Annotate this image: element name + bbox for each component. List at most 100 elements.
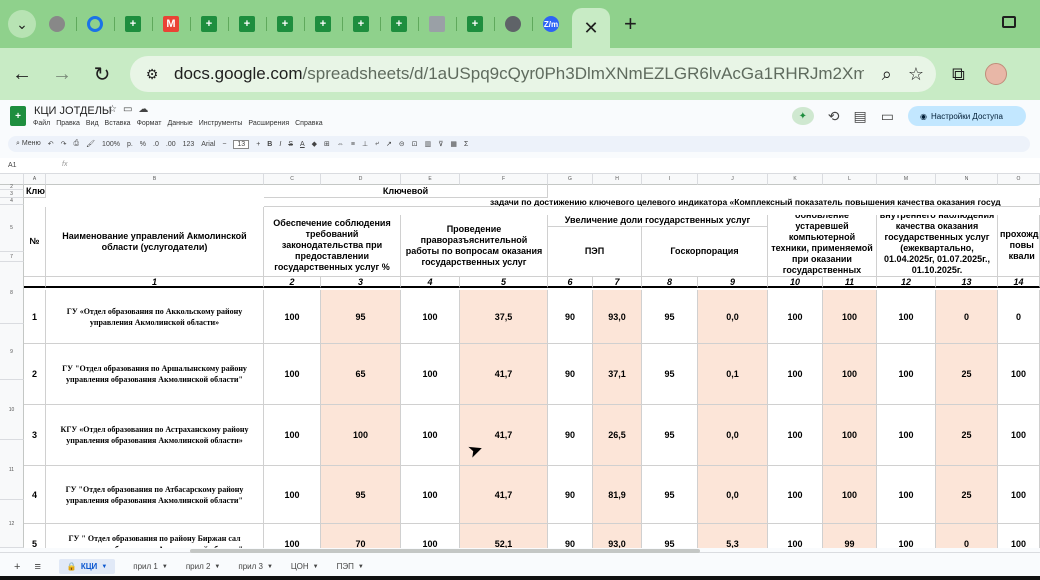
index-cell[interactable]: 4 — [401, 277, 460, 288]
all-sheets-button[interactable]: ≡ — [34, 561, 40, 573]
menu-tools[interactable]: Инструменты — [199, 120, 243, 127]
value-cell[interactable]: 93,0 — [593, 290, 642, 344]
horizontal-scrollbar[interactable] — [190, 549, 700, 553]
value-cell[interactable]: 100 — [768, 466, 823, 524]
value-cell[interactable]: 100 — [768, 524, 823, 548]
menu-insert[interactable]: Вставка — [105, 120, 131, 127]
value-cell[interactable]: 100 — [768, 290, 823, 344]
redo-icon[interactable]: ↷ — [61, 140, 67, 148]
spreadsheet-grid[interactable]: A B C D E F G H I J K L M N O 2 3 4 5 7 8 9 10 11 12 Клю Ключевой з… — [0, 174, 1040, 548]
active-tab-close-button[interactable]: ✕ — [572, 8, 610, 48]
header-computers[interactable]: обновление устаревшей компьютерной техни… — [768, 215, 877, 277]
undo-icon[interactable]: ↶ — [48, 140, 54, 148]
cell-row3-title[interactable]: задачи по достижению ключевого целевого … — [264, 198, 1040, 207]
value-cell[interactable]: 95 — [642, 405, 698, 466]
cell-reference[interactable]: A1 — [8, 162, 17, 169]
index-cell[interactable]: 10 — [768, 277, 823, 288]
value-cell[interactable]: 100 — [401, 405, 460, 466]
value-cell[interactable]: 95 — [321, 290, 401, 344]
value-cell[interactable]: 26,5 — [593, 405, 642, 466]
rotate-icon[interactable]: ↗ — [386, 140, 392, 148]
row-number-cell[interactable]: 3 — [24, 405, 46, 466]
value-cell[interactable]: 65 — [321, 344, 401, 405]
header-compliance[interactable]: Обеспечение соблюдения требований законо… — [264, 215, 401, 277]
column-header[interactable]: H — [593, 174, 642, 185]
value-cell[interactable]: 100 — [264, 290, 321, 344]
value-cell[interactable]: 100 — [401, 290, 460, 344]
header-training[interactable]: прохожде повы квали — [998, 215, 1040, 277]
header-name[interactable]: Наименование управлений Акмолинской обла… — [46, 207, 264, 277]
browser-tab[interactable]: + — [268, 7, 305, 41]
index-cell[interactable]: 8 — [642, 277, 698, 288]
browser-tab[interactable]: + — [306, 7, 343, 41]
fill-color-icon[interactable]: ◆ — [312, 140, 317, 148]
cloud-status-icon[interactable]: ☁ — [138, 104, 154, 115]
row-header[interactable]: 5 — [0, 205, 24, 252]
italic-button[interactable]: I — [279, 141, 281, 148]
valign-icon[interactable]: ⊥ — [362, 140, 368, 148]
meet-icon[interactable]: ▭ — [881, 108, 894, 125]
sheet-tab-pril2[interactable]: прил 2 ▼ — [186, 562, 221, 571]
value-cell[interactable]: 52,1 — [460, 524, 548, 548]
value-cell[interactable]: 95 — [642, 466, 698, 524]
organization-name-cell[interactable]: ГУ «Отдел образования по Аккольскому рай… — [46, 290, 264, 344]
value-cell[interactable]: 100 — [877, 466, 936, 524]
value-cell[interactable]: 100 — [401, 466, 460, 524]
value-cell[interactable]: 90 — [548, 524, 593, 548]
value-cell[interactable]: 99 — [823, 524, 877, 548]
functions-icon[interactable]: Σ — [464, 141, 468, 148]
address-bar[interactable]: ⚙ docs.google.com/spreadsheets/d/1aUSpq9… — [130, 56, 936, 92]
sheet-tab-kci[interactable]: 🔒 КЦИ ▼ — [58, 559, 116, 574]
value-cell[interactable]: 100 — [321, 405, 401, 466]
index-cell[interactable]: 1 — [46, 277, 264, 288]
browser-tab[interactable]: + — [382, 7, 419, 41]
value-cell[interactable]: 100 — [823, 466, 877, 524]
menu-edit[interactable]: Правка — [56, 120, 80, 127]
value-cell[interactable]: 25 — [936, 405, 998, 466]
font-size-plus[interactable]: + — [256, 141, 260, 148]
row-header[interactable]: 4 — [0, 198, 24, 205]
reload-icon[interactable]: ↻ — [84, 56, 120, 92]
history-icon[interactable]: ⟲ — [828, 108, 840, 125]
value-cell[interactable]: 100 — [877, 290, 936, 344]
column-header[interactable]: J — [698, 174, 768, 185]
font-size-input[interactable]: 13 — [233, 139, 250, 149]
borders-icon[interactable]: ⊞ — [324, 140, 330, 148]
bookmark-star-icon[interactable]: ☆ — [908, 64, 924, 85]
index-cell[interactable]: 3 — [321, 277, 401, 288]
more-formats[interactable]: 123 — [183, 141, 195, 148]
value-cell[interactable]: 100 — [823, 405, 877, 466]
zoom-magnifier-icon[interactable]: ⌕ — [882, 64, 892, 85]
column-header[interactable]: I — [642, 174, 698, 185]
row-number-cell[interactable]: 4 — [24, 466, 46, 524]
index-cell[interactable] — [24, 277, 46, 288]
browser-tab[interactable]: Z/m — [534, 7, 568, 41]
text-color-button[interactable]: A — [300, 141, 305, 148]
sheet-tab-pril1[interactable]: прил 1 ▼ — [133, 562, 168, 571]
value-cell[interactable]: 100 — [264, 344, 321, 405]
gemini-icon[interactable]: ✦ — [791, 107, 814, 125]
sheet-tab-pril3[interactable]: прил 3 ▼ — [238, 562, 273, 571]
row-header[interactable]: 8 — [0, 262, 24, 324]
menu-view[interactable]: Вид — [86, 120, 99, 127]
wrap-icon[interactable]: ⤶ — [375, 140, 379, 148]
index-cell[interactable]: 12 — [877, 277, 936, 288]
organization-name-cell[interactable]: ГУ "Отдел образования по Атбасарскому ра… — [46, 466, 264, 524]
row-header[interactable]: 3 — [0, 190, 24, 198]
value-cell[interactable]: 100 — [768, 405, 823, 466]
organization-name-cell[interactable]: ГУ " Отдел образования по району Биржан … — [46, 524, 264, 548]
value-cell[interactable]: 0,0 — [698, 405, 768, 466]
star-icon[interactable]: ☆ — [108, 104, 123, 115]
row-header[interactable]: 9 — [0, 324, 24, 380]
profile-avatar[interactable] — [984, 63, 1007, 85]
value-cell[interactable]: 100 — [998, 405, 1040, 466]
browser-tab[interactable]: + — [116, 7, 153, 41]
align-icon[interactable]: ≡ — [351, 141, 355, 148]
header-legal-work[interactable]: Проведение праворазъяснительной работы п… — [401, 215, 548, 277]
value-cell[interactable]: 25 — [936, 466, 998, 524]
zoom-select[interactable]: 100% — [102, 141, 120, 148]
organization-name-cell[interactable]: ГУ "Отдел образования по Аршалынскому ра… — [46, 344, 264, 405]
value-cell[interactable]: 100 — [877, 405, 936, 466]
comments-icon[interactable]: ▤ — [854, 108, 867, 125]
column-header[interactable]: L — [823, 174, 877, 185]
